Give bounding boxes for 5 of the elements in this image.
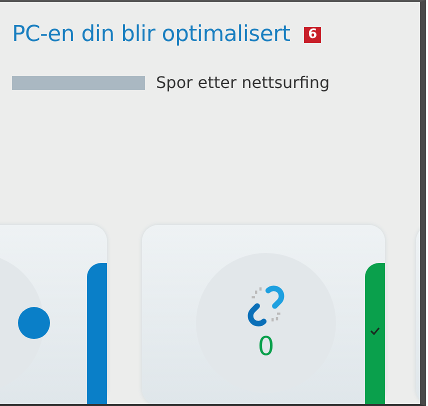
page-title: PC-en din blir optimalisert (12, 22, 290, 47)
scan-card[interactable]: 0 (142, 225, 385, 404)
status-text: Spor etter nettsurfing (156, 73, 330, 92)
callout-number: 6 (304, 26, 322, 42)
count-value: 0 (258, 332, 274, 362)
